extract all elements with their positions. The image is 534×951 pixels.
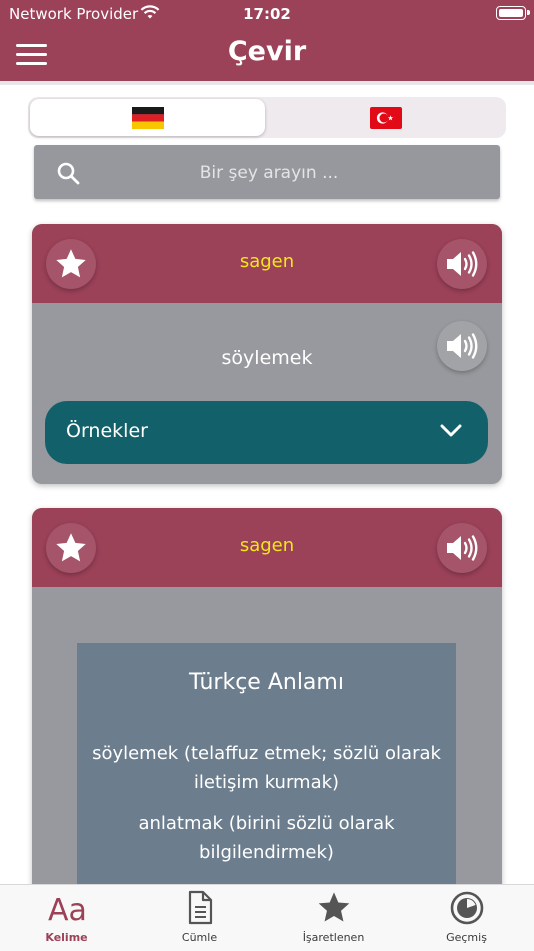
source-word: sagen (239, 535, 295, 556)
speaker-icon (447, 251, 478, 277)
history-clock-icon (400, 890, 533, 926)
tab-gecmis[interactable]: Geçmiş (400, 885, 533, 951)
battery-icon (496, 6, 530, 20)
source-language-germany[interactable] (30, 99, 265, 136)
translated-word: söylemek (221, 347, 313, 369)
tab-label: Cümle (181, 931, 218, 944)
examples-dropdown[interactable]: Örnekler (45, 401, 488, 464)
target-language-turkey[interactable] (268, 99, 503, 136)
germany-flag-icon (131, 106, 164, 129)
meaning-item: anlatmak (birini sözlü olarak bilgilendi… (138, 813, 395, 863)
language-toggle (28, 97, 506, 138)
tab-bar: Aa Kelime Cümle İşaretlenen Geçmiş (0, 884, 534, 951)
search-bar (34, 145, 500, 201)
search-icon[interactable] (56, 161, 80, 189)
navigation-bar: Çevir (0, 28, 534, 81)
document-icon (133, 890, 266, 926)
clock: 17:02 (243, 5, 291, 23)
svg-text:Aa: Aa (48, 893, 87, 926)
text-size-icon: Aa (0, 890, 133, 926)
examples-label: Örnekler (66, 420, 148, 442)
play-audio-button[interactable] (437, 239, 487, 289)
meaning-title: Türkçe Anlamı (189, 670, 344, 695)
meaning-card: sagen Türkçe Anlamı söylemek (telaffuz e… (32, 508, 502, 908)
status-bar: Network Provider 17:02 (0, 0, 534, 28)
chevron-down-icon (440, 423, 462, 442)
tab-label: Geçmiş (446, 931, 487, 944)
tab-isaretlenen[interactable]: İşaretlenen (267, 885, 400, 951)
tab-label: Kelime (45, 931, 88, 944)
nav-divider (0, 81, 534, 85)
tab-cumle[interactable]: Cümle (133, 885, 266, 951)
meaning-box: Türkçe Anlamı söylemek (telaffuz etmek; … (77, 643, 456, 903)
translation-card: sagen söylemek Örnekler (32, 224, 502, 484)
meaning-item: söylemek (telaffuz etmek; sözlü olarak i… (92, 743, 441, 793)
source-word: sagen (239, 251, 295, 272)
tab-kelime[interactable]: Aa Kelime (0, 885, 133, 951)
star-icon (267, 890, 400, 926)
turkey-flag-icon (369, 106, 402, 129)
page-title: Çevir (227, 36, 307, 67)
card-header: sagen (32, 224, 502, 303)
tab-label: İşaretlenen (302, 931, 365, 944)
play-audio-button[interactable] (437, 523, 487, 573)
card-header: sagen (32, 508, 502, 587)
speaker-icon (447, 535, 478, 561)
search-input[interactable] (104, 145, 434, 201)
